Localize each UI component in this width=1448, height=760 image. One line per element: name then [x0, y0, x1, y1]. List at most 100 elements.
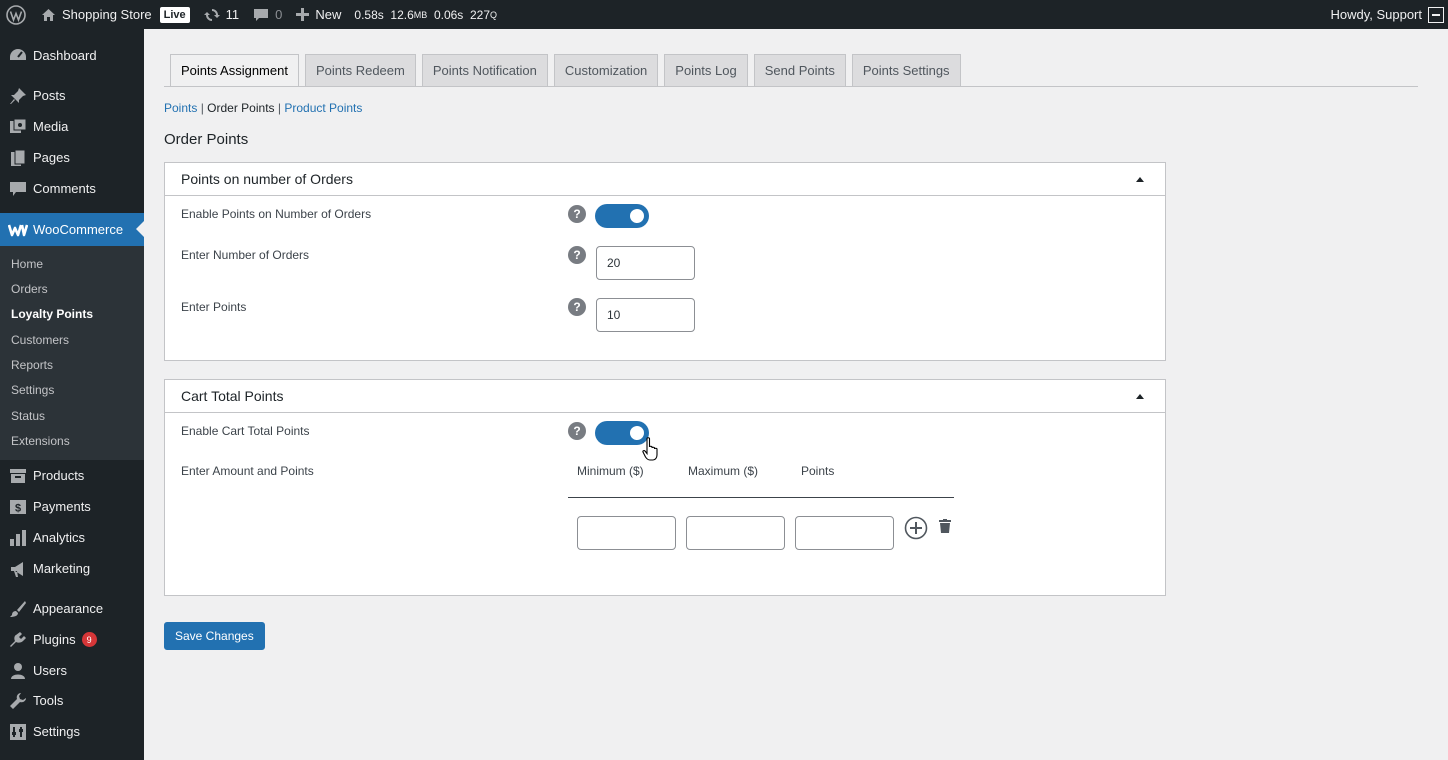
help-icon[interactable]: ? — [568, 246, 586, 264]
number-of-orders-input[interactable] — [596, 246, 695, 280]
my-account-link[interactable]: Howdy, Support — [1330, 6, 1448, 23]
menu-media[interactable]: Media — [0, 111, 144, 142]
nav-tabs: Points Assignment Points Redeem Points N… — [170, 54, 967, 87]
submenu-loyalty-points[interactable]: Loyalty Points — [11, 307, 93, 321]
menu-woocommerce[interactable]: WooCommerce — [0, 213, 144, 246]
tab-points-redeem[interactable]: Points Redeem — [304, 54, 416, 87]
submenu-reports[interactable]: Reports — [11, 358, 53, 372]
menu-payments[interactable]: $ Payments — [0, 491, 144, 522]
subnav-order-points-current: Order Points — [207, 101, 275, 115]
comments-icon — [8, 179, 28, 199]
menu-label: Settings — [33, 724, 80, 739]
menu-label: Plugins — [33, 632, 76, 647]
help-icon[interactable]: ? — [568, 422, 586, 440]
menu-label: Products — [33, 468, 85, 483]
enable-orders-points-toggle[interactable] — [595, 204, 649, 228]
tab-points-log[interactable]: Points Log — [664, 54, 748, 87]
minimum-amount-input[interactable] — [577, 516, 676, 550]
points-column-header: Points — [801, 464, 835, 478]
submenu-extensions[interactable]: Extensions — [11, 434, 70, 448]
tab-points-assignment[interactable]: Points Assignment — [170, 54, 299, 87]
tab-customization[interactable]: Customization — [553, 54, 659, 87]
help-glyph: ? — [573, 300, 581, 314]
avatar — [1428, 6, 1444, 23]
plugins-update-badge: 9 — [81, 632, 97, 647]
subnav-product-points-link[interactable]: Product Points — [284, 101, 362, 115]
submenu-status[interactable]: Status — [11, 409, 45, 423]
menu-comments[interactable]: Comments — [0, 173, 144, 204]
paintbrush-icon — [8, 599, 28, 619]
menu-settings[interactable]: Settings — [0, 716, 144, 747]
save-changes-button[interactable]: Save Changes — [164, 622, 265, 650]
submenu-orders[interactable]: Orders — [11, 282, 48, 296]
menu-pages[interactable]: Pages — [0, 142, 144, 173]
woocommerce-icon — [8, 220, 28, 240]
cart-points-input[interactable] — [795, 516, 894, 550]
menu-appearance[interactable]: Appearance — [0, 593, 144, 624]
menu-label: Appearance — [33, 601, 104, 616]
enable-cart-points-label: Enable Cart Total Points — [181, 424, 310, 438]
wordpress-logo-icon[interactable] — [0, 0, 32, 29]
menu-label: Pages — [33, 150, 70, 165]
cart-panel-header[interactable]: Cart Total Points — [165, 380, 1165, 413]
menu-dashboard[interactable]: Dashboard — [0, 40, 144, 71]
comments-count: 0 — [275, 7, 283, 22]
menu-analytics[interactable]: Analytics — [0, 522, 144, 553]
enable-cart-points-toggle[interactable] — [595, 421, 649, 445]
perf-memory-unit: MB — [413, 9, 428, 20]
wrench-icon — [8, 691, 28, 711]
tab-points-notification[interactable]: Points Notification — [421, 54, 548, 87]
menu-label: Payments — [33, 499, 91, 514]
menu-plugins[interactable]: Plugins 9 — [0, 624, 144, 655]
menu-label: Users — [33, 663, 67, 678]
maximum-column-header: Maximum ($) — [688, 464, 759, 478]
menu-marketing[interactable]: Marketing — [0, 553, 144, 584]
comment-icon — [253, 7, 269, 23]
new-content-link[interactable]: New — [289, 0, 348, 29]
collapse-arrow-icon[interactable] — [1136, 177, 1144, 182]
user-icon — [8, 661, 28, 681]
minimum-column-header: Minimum ($) — [577, 464, 644, 478]
help-icon[interactable]: ? — [568, 205, 586, 223]
settings-icon — [8, 722, 28, 742]
add-row-icon[interactable] — [904, 516, 928, 540]
site-name-link[interactable]: Shopping Store Live — [32, 0, 197, 29]
updates-link[interactable]: 11 — [197, 0, 247, 29]
comments-link[interactable]: 0 — [246, 0, 289, 29]
enter-points-label: Enter Points — [181, 300, 247, 314]
submenu-settings[interactable]: Settings — [11, 383, 54, 397]
main-content: Points Assignment Points Redeem Points N… — [144, 29, 1448, 760]
perf-queries: 227 — [469, 7, 491, 22]
menu-users[interactable]: Users — [0, 655, 144, 686]
order-points-input[interactable] — [596, 298, 695, 332]
archive-icon — [8, 466, 28, 486]
query-monitor-link[interactable]: 0.58s 12.6 MB 0.06s 227 Q — [348, 0, 502, 29]
delete-row-trash-icon[interactable] — [937, 517, 953, 535]
menu-label: Comments — [33, 181, 96, 196]
collapse-arrow-icon[interactable] — [1136, 394, 1144, 399]
subnav-points-link[interactable]: Points — [164, 101, 197, 115]
tab-send-points[interactable]: Send Points — [753, 54, 846, 87]
amount-points-label: Enter Amount and Points — [181, 464, 314, 478]
updates-count: 11 — [225, 7, 240, 22]
cart-panel-title: Cart Total Points — [181, 388, 284, 404]
submenu-home[interactable]: Home — [11, 257, 43, 271]
help-icon[interactable]: ? — [568, 298, 586, 316]
woocommerce-submenu: Home Orders Loyalty Points Customers Rep… — [0, 246, 144, 460]
menu-label: Dashboard — [33, 48, 97, 63]
menu-posts[interactable]: Posts — [0, 80, 144, 111]
help-glyph: ? — [573, 424, 581, 438]
bar-chart-icon — [8, 528, 28, 548]
menu-label: Marketing — [33, 561, 91, 576]
perf-queries-unit: Q — [490, 9, 498, 20]
menu-label: Tools — [33, 693, 64, 708]
menu-tools[interactable]: Tools — [0, 685, 144, 716]
submenu-customers[interactable]: Customers — [11, 333, 69, 347]
site-name: Shopping Store — [62, 7, 152, 22]
menu-products[interactable]: Products — [0, 460, 144, 491]
tab-points-settings[interactable]: Points Settings — [851, 54, 961, 87]
maximum-amount-input[interactable] — [686, 516, 785, 550]
orders-panel-header[interactable]: Points on number of Orders — [165, 163, 1165, 196]
subnav-separator: | — [277, 101, 281, 115]
perf-memory: 12.6 — [390, 7, 414, 22]
